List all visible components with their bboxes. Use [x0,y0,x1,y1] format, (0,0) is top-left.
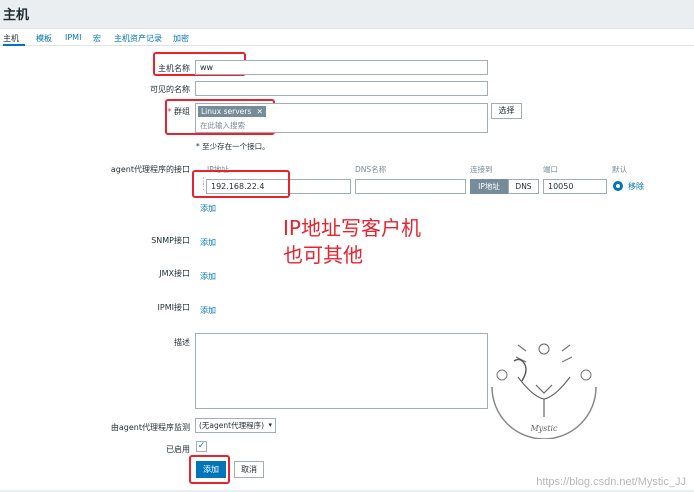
tab-macros[interactable]: 宏 [93,33,101,44]
stamp-icon: Mystic [491,343,597,439]
col-connect-header: 连接到 [470,165,493,174]
groups-label: * 群组 [167,107,190,116]
enabled-checkbox[interactable]: ✓ [196,441,207,452]
agent-interfaces-label: agent代理程序的接口 [110,165,190,174]
col-dns-header: DNS名称 [355,165,387,174]
add-snmp-link[interactable]: 添加 [200,237,216,248]
visible-name-input[interactable] [195,81,488,96]
ipmi-label: IPMI接口 [157,303,190,312]
col-port-header: 端口 [543,165,558,174]
groups-label-text: 群组 [174,107,190,116]
remove-tag-icon[interactable]: ✕ [257,107,263,116]
cancel-button[interactable]: 取消 [234,461,264,478]
tab-templates[interactable]: 模板 [36,33,52,44]
dns-name-input[interactable] [355,179,466,194]
add-button[interactable]: 添加 [196,461,226,478]
proxy-select[interactable]: (无agent代理程序) ▾ [195,418,276,433]
description-label: 描述 [174,338,190,347]
add-agent-interface-link[interactable]: 添加 [200,203,216,214]
highlight-ip [192,170,290,198]
description-textarea[interactable] [195,333,488,409]
group-tag-label: Linux servers [201,107,252,116]
groups-search-placeholder[interactable]: 在此输入搜索 [200,120,245,131]
active-tab-indicator [3,44,25,46]
select-groups-button[interactable]: 选择 [491,103,522,119]
hostname-label: 主机名称 [158,64,190,73]
tab-host[interactable]: 主机 [3,33,19,44]
hostname-input[interactable]: ww [195,60,488,75]
connect-ip-toggle[interactable]: IP地址 [470,179,508,194]
watermark-url: https://blog.csdn.net/Mystic_JJ [536,476,686,488]
snmp-label: SNMP接口 [151,236,190,245]
tab-ipmi[interactable]: IPMI [65,33,81,42]
annotation-line-1: IP地址写客户机 [283,216,421,240]
jmx-label: JMX接口 [159,269,190,278]
enabled-label: 已启用 [166,445,190,454]
chevron-down-icon: ▾ [268,421,272,429]
annotation-line-2: 也可其他 [283,243,363,267]
stamp-signature: Mystic [529,424,558,433]
port-input[interactable]: 10050 [543,179,607,194]
tabs-divider [0,45,694,46]
interfaces-hint: * 至少存在一个接口。 [196,142,270,151]
proxy-label: 由agent代理程序监测 [110,423,190,432]
remove-interface-link[interactable]: 移除 [628,181,644,192]
tab-inventory[interactable]: 主机资产记录 [114,33,162,44]
tab-encryption[interactable]: 加密 [173,33,189,44]
add-ipmi-link[interactable]: 添加 [200,305,216,316]
visible-name-label: 可见的名称 [150,85,190,94]
page-title: 主机 [3,8,30,23]
proxy-select-value: (无agent代理程序) [199,421,265,430]
add-jmx-link[interactable]: 添加 [200,271,216,282]
col-default-header: 默认 [612,165,627,174]
default-radio[interactable] [613,181,623,191]
group-tag: Linux servers ✕ [198,106,266,117]
connect-dns-toggle[interactable]: DNS [508,179,539,194]
